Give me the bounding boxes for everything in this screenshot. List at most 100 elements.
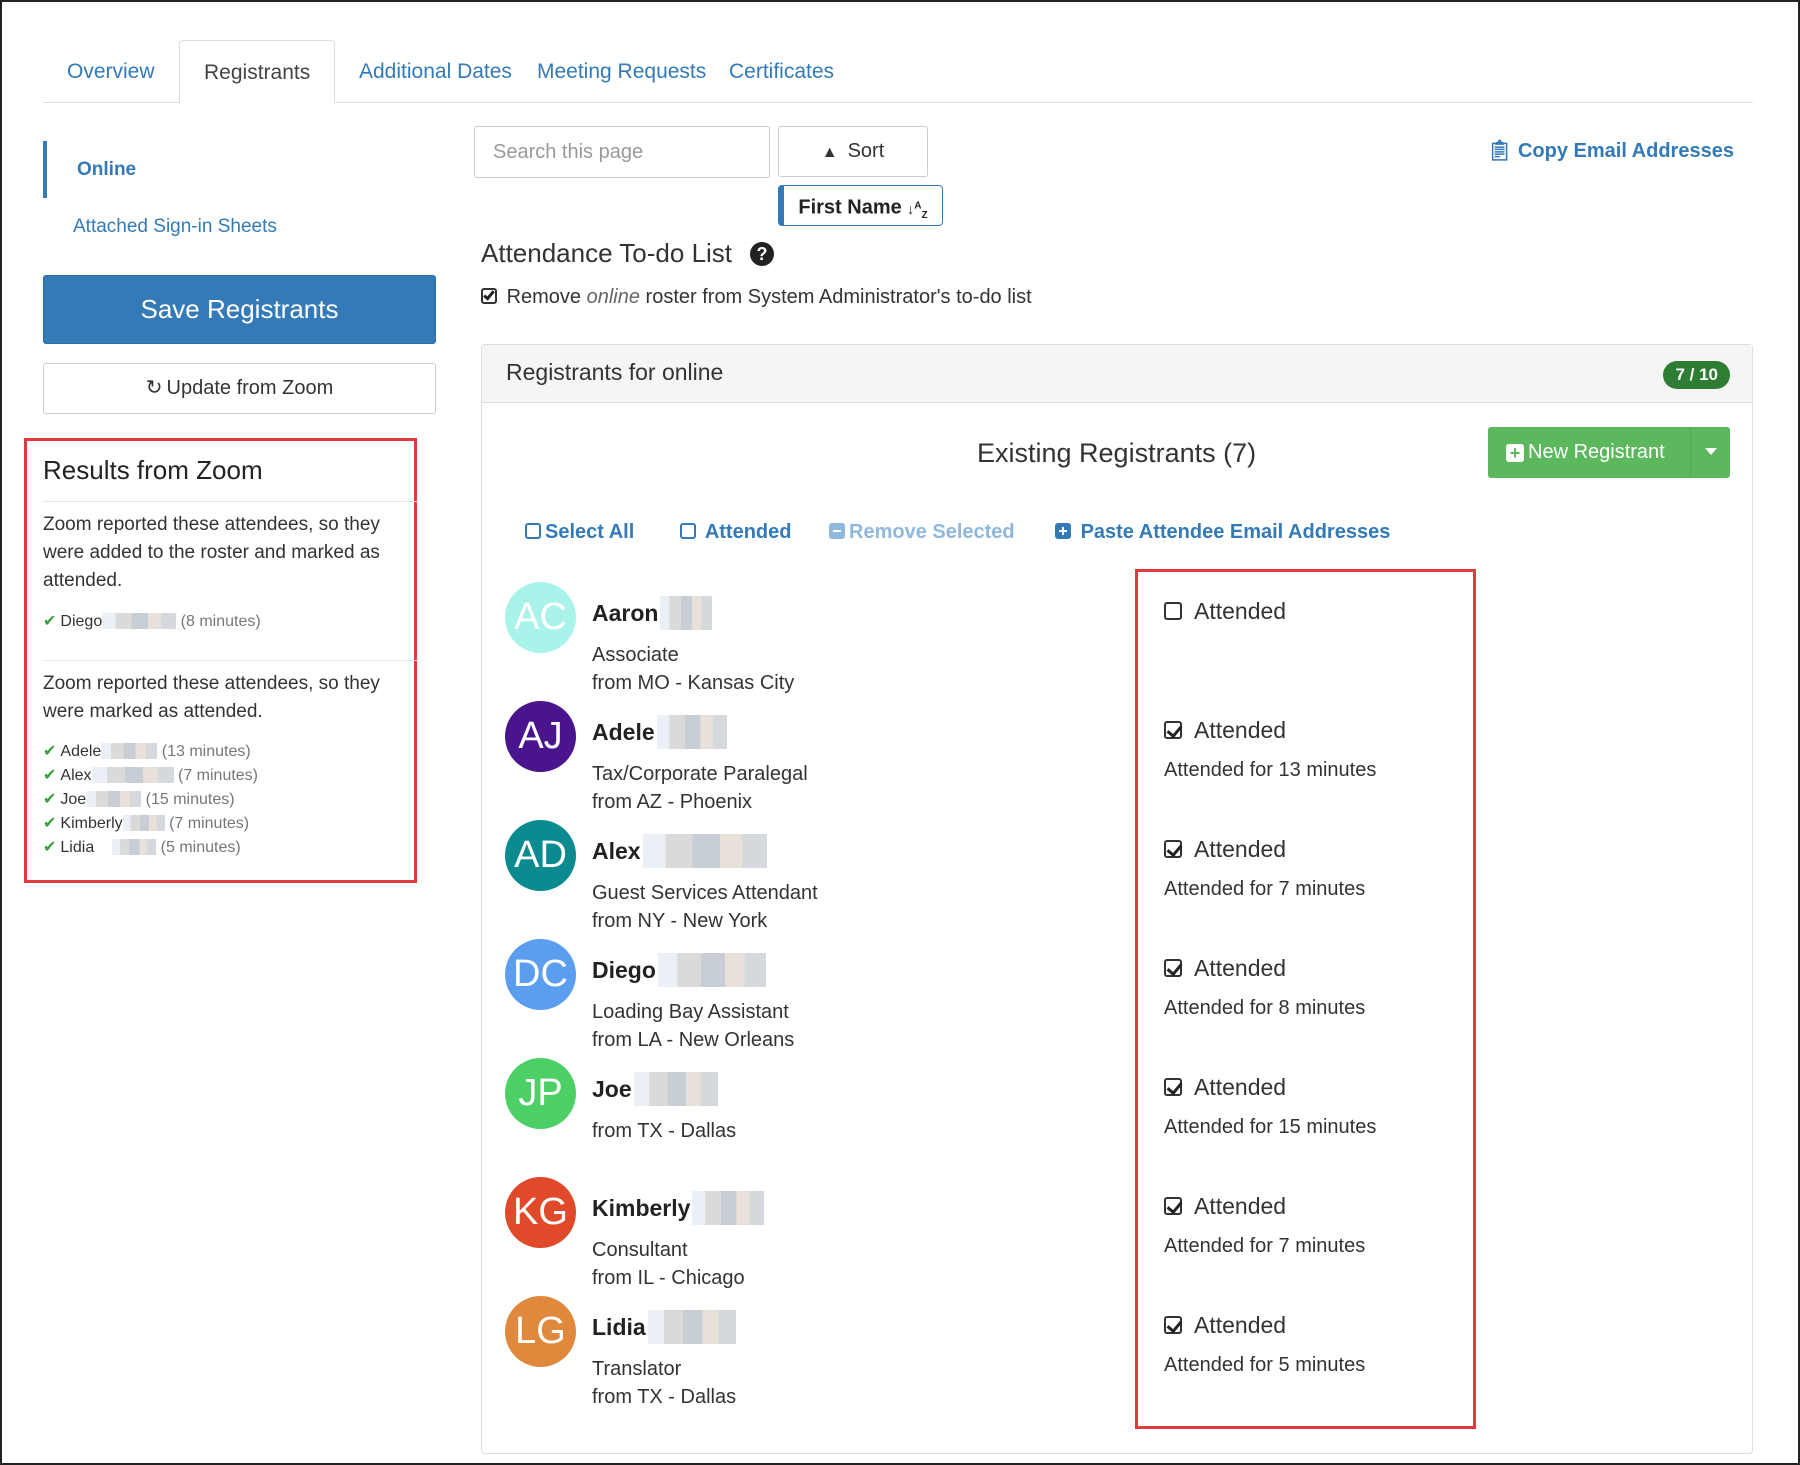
redacted-surname (633, 1072, 718, 1106)
attendee-name: Kimberly (60, 815, 123, 832)
checked-checkbox-icon[interactable] (481, 288, 497, 304)
update-from-zoom-button[interactable]: ↻ Update from Zoom (43, 363, 436, 414)
sort-button[interactable]: ▲︎ Sort (778, 126, 928, 177)
plus-square-icon (1055, 523, 1071, 539)
todo-text: Remove (506, 286, 587, 308)
attendee-minutes: (15 minutes) (145, 791, 235, 808)
select-all-label: Select All (545, 521, 635, 543)
sidebar-item-signin-sheets[interactable]: Attached Sign-in Sheets (73, 216, 277, 238)
zoom-marked-item: ✔ Lidia (5 minutes) (43, 837, 241, 857)
help-icon[interactable]: ? (750, 242, 775, 266)
redacted-surname (642, 834, 767, 868)
new-registrant-label: New Registrant (1528, 441, 1665, 463)
registrant-row: AD Alex Guest Services Attendant from NY - … (505, 820, 1705, 938)
check-icon: ✔ (43, 791, 57, 808)
refresh-icon: ↻ (145, 377, 163, 399)
registrant-location: from TX - Dallas (592, 1120, 737, 1142)
avatar: AC (505, 582, 576, 653)
attendee-name: Lidia (60, 839, 95, 856)
registrant-first-name: Joe (592, 1076, 632, 1102)
todo-text-em: online (586, 286, 640, 308)
sidebar-item-online[interactable]: Online (43, 141, 136, 198)
panel-heading: Registrants for online 7 / 10 (482, 345, 1752, 403)
paste-emails-link[interactable]: Paste Attendee Email Addresses (1055, 521, 1390, 544)
redacted-surname (656, 715, 727, 749)
redacted-surname (101, 743, 158, 759)
check-icon: ✔ (43, 839, 57, 856)
check-icon: ✔ (43, 815, 57, 832)
zoom-marked-item: ✔ Alex (7 minutes) (43, 765, 258, 785)
registrant-location: from MO - Kansas City (592, 672, 795, 694)
registrant-location: from TX - Dallas (592, 1386, 737, 1408)
redacted-surname (91, 767, 174, 783)
plus-icon: + (1506, 444, 1524, 462)
todo-item[interactable]: Remove online roster from System Adminis… (481, 286, 1032, 309)
redacted-surname (112, 839, 157, 855)
attendance-highlight-box (1135, 569, 1476, 1429)
registrant-first-name: Aaron (592, 600, 659, 626)
registrant-row: LG Lidia Translator from TX - Dallas Attende… (505, 1296, 1705, 1414)
registrant-title: Associate (592, 644, 679, 666)
attendee-minutes: (13 minutes) (161, 743, 251, 760)
attended-action-link[interactable]: Attended (680, 521, 792, 544)
attendee-name: Alex (60, 767, 92, 784)
registrant-name[interactable]: Diego (592, 953, 766, 987)
sort-first-name-button[interactable]: First Name ↓AZ (778, 185, 943, 226)
new-registrant-button[interactable]: + New Registrant (1488, 427, 1730, 478)
registrant-row: KG Kimberly Consultant from IL - Chicago Att… (505, 1177, 1705, 1295)
tab-certificates[interactable]: Certificates (705, 40, 858, 103)
zoom-results-title: Results from Zoom (43, 455, 263, 485)
registrant-row: AJ Adele Tax/Corporate Paralegal from AZ - … (505, 701, 1705, 819)
check-icon: ✔ (43, 613, 57, 630)
search-input[interactable]: Search this page (474, 126, 770, 178)
registrant-name[interactable]: Aaron (592, 596, 713, 630)
select-all-link[interactable]: Select All (525, 521, 634, 544)
avatar: LG (505, 1296, 576, 1367)
registrant-name[interactable]: Lidia (592, 1310, 736, 1344)
registrant-name[interactable]: Alex (592, 834, 767, 868)
tab-overview[interactable]: Overview (43, 40, 179, 103)
tab-additional-dates[interactable]: Additional Dates (335, 40, 536, 103)
registrant-row: AC Aaron Associate from MO - Kansas City Att… (505, 582, 1705, 700)
attendee-minutes: (7 minutes) (169, 815, 250, 832)
check-icon: ✔ (43, 743, 57, 760)
checkbox-icon (680, 523, 696, 539)
new-registrant-dropdown[interactable] (1690, 427, 1730, 478)
paste-emails-label: Paste Attendee Email Addresses (1080, 521, 1391, 543)
redacted-surname (657, 953, 766, 987)
sort-label: Sort (847, 140, 885, 162)
todo-text: roster from System Administrator's to-do… (639, 286, 1032, 308)
registrant-location: from LA - New Orleans (592, 1029, 795, 1051)
registrant-first-name: Kimberly (592, 1195, 691, 1221)
registrant-name[interactable]: Adele (592, 715, 727, 749)
copy-email-addresses-link[interactable]: 📋︎ Copy Email Addresses (1487, 138, 1734, 163)
avatar: DC (505, 939, 576, 1010)
checkbox-icon (525, 523, 541, 539)
registrant-title: Consultant (592, 1239, 688, 1261)
tab-registrants[interactable]: Registrants (179, 40, 336, 104)
avatar: AJ (505, 701, 576, 772)
zoom-marked-item: ✔ Adele (13 minutes) (43, 741, 251, 761)
copy-icon: 📋︎ (1487, 140, 1513, 162)
existing-registrants-title: Existing Registrants (7) (977, 438, 1257, 468)
divider (43, 660, 418, 661)
registrant-name[interactable]: Kimberly (592, 1191, 765, 1225)
avatar: AD (505, 820, 576, 891)
zoom-results-panel: Results from Zoom Zoom reported these at… (24, 438, 418, 883)
sort-icon: ▲︎ (821, 144, 838, 161)
redacted-surname (102, 613, 177, 629)
registrant-name[interactable]: Joe (592, 1072, 718, 1106)
zoom-marked-item: ✔ Kimberly (7 minutes) (43, 813, 249, 833)
attendee-name: Adele (60, 743, 102, 760)
registrant-first-name: Alex (592, 838, 641, 864)
attendee-minutes: (7 minutes) (177, 767, 259, 784)
registrant-first-name: Diego (592, 957, 656, 983)
attended-action-label: Attended (704, 521, 792, 543)
update-from-zoom-label: Update from Zoom (166, 377, 334, 399)
tab-meeting-requests[interactable]: Meeting Requests (513, 40, 730, 103)
registrant-title: Tax/Corporate Paralegal (592, 763, 808, 785)
registrant-location: from IL - Chicago (592, 1267, 745, 1289)
save-registrants-button[interactable]: Save Registrants (43, 275, 436, 344)
remove-selected-link[interactable]: Remove Selected (829, 521, 1015, 544)
zoom-added-text: Zoom reported these attendees, so they w… (43, 514, 380, 591)
